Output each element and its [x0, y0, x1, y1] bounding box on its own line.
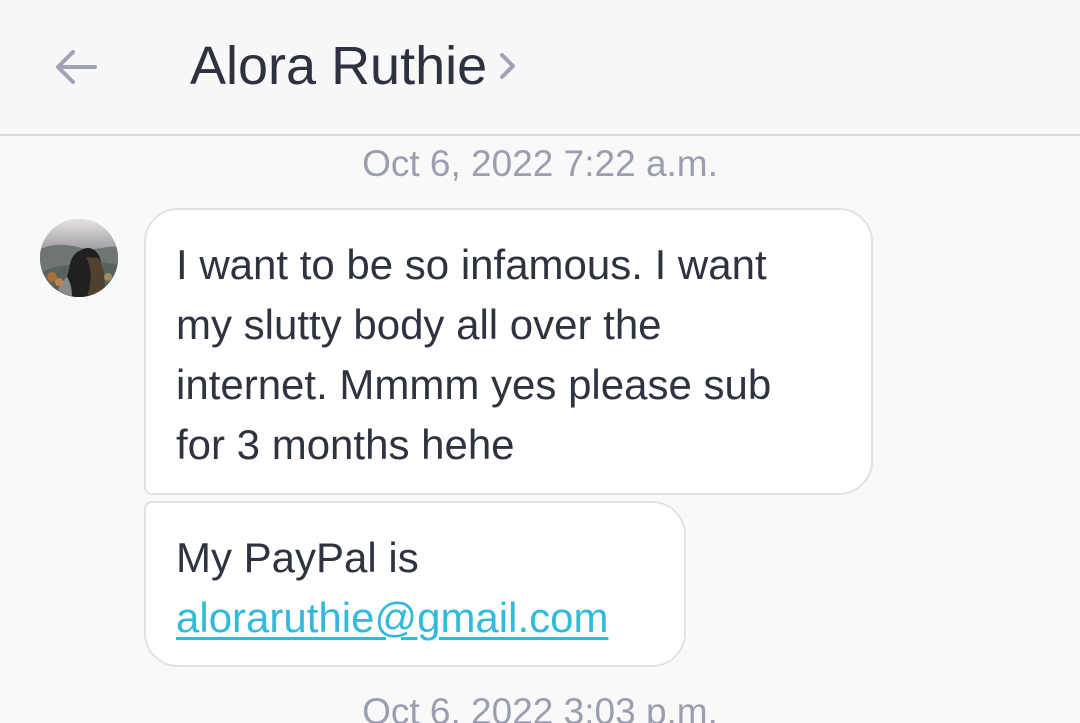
message-timestamp: Oct 6, 2022 7:22 a.m. [362, 143, 718, 184]
message-text-line: internet. Mmmm yes please sub [176, 361, 772, 408]
message-bubble[interactable]: My PayPal is aloraruthie@gmail.com [144, 501, 686, 667]
chat-screen: Alora Ruthie Oct 6, 2022 7:22 a.m. I wan… [0, 0, 1080, 723]
email-link[interactable]: aloraruthie@gmail.com [176, 588, 654, 648]
message-text-line: I want to be so infamous. I want [176, 241, 767, 288]
back-button[interactable] [42, 34, 108, 100]
arrow-left-icon [56, 50, 97, 84]
contact-title-button[interactable]: Alora Ruthie [190, 31, 521, 101]
contact-name: Alora Ruthie [190, 36, 488, 96]
message-text-line: my slutty body all over the [176, 301, 662, 348]
profile-photo-icon [40, 219, 118, 297]
message-text-line: for 3 months hehe [176, 421, 515, 468]
message-bubble[interactable]: I want to be so infamous. I want my slut… [144, 208, 873, 495]
message-timestamp: Oct 6, 2022 3:03 p.m. [362, 691, 718, 723]
chevron-right-icon [497, 46, 521, 86]
message-text-line: My PayPal is [176, 534, 419, 581]
avatar[interactable] [40, 219, 118, 297]
chat-header: Alora Ruthie [0, 0, 1080, 136]
